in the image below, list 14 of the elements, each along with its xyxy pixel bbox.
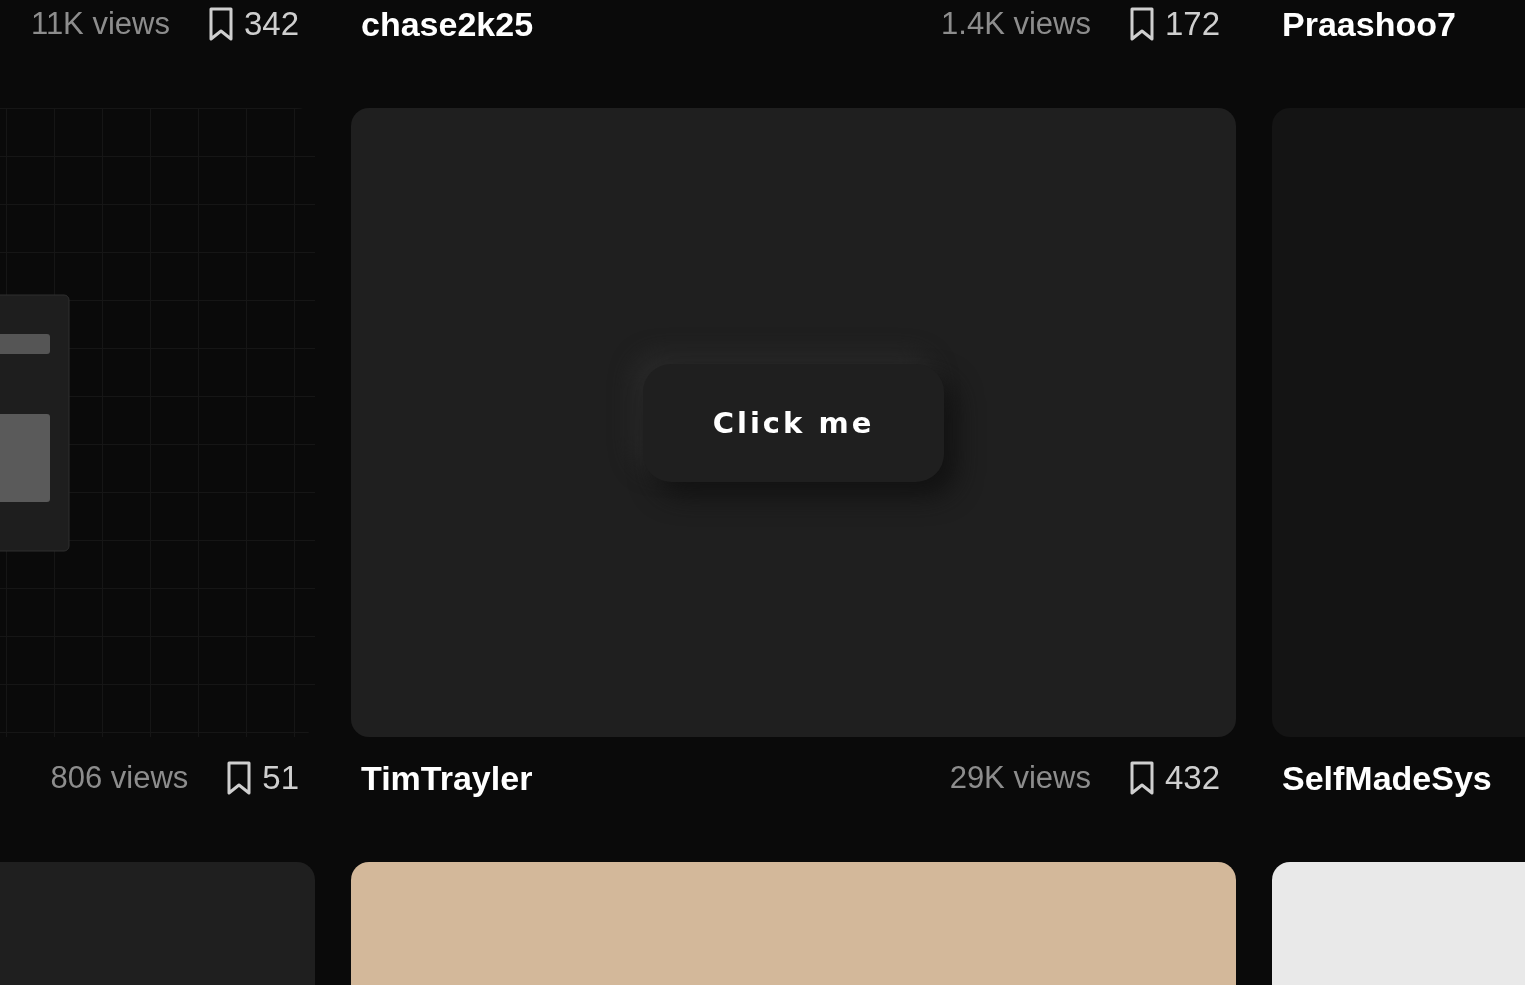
- author-name[interactable]: chase2k25: [361, 4, 534, 44]
- save-count: 172: [1164, 5, 1220, 43]
- save-count: 432: [1164, 759, 1220, 797]
- click-button[interactable]: Click me: [642, 363, 945, 482]
- save-count: 51: [262, 759, 299, 797]
- save-count: 342: [243, 5, 299, 43]
- view-count: 806 views: [50, 760, 189, 796]
- author-name[interactable]: SelfMadeSys: [1282, 758, 1492, 798]
- view-count: 11K views: [30, 6, 170, 42]
- author-name[interactable]: Praashoo7: [1282, 4, 1456, 44]
- author-name[interactable]: TimTrayler: [361, 758, 533, 798]
- preview-card[interactable]: Click me: [351, 108, 1236, 737]
- view-count: 29K views: [949, 760, 1091, 796]
- view-count: 1.4K views: [941, 6, 1091, 42]
